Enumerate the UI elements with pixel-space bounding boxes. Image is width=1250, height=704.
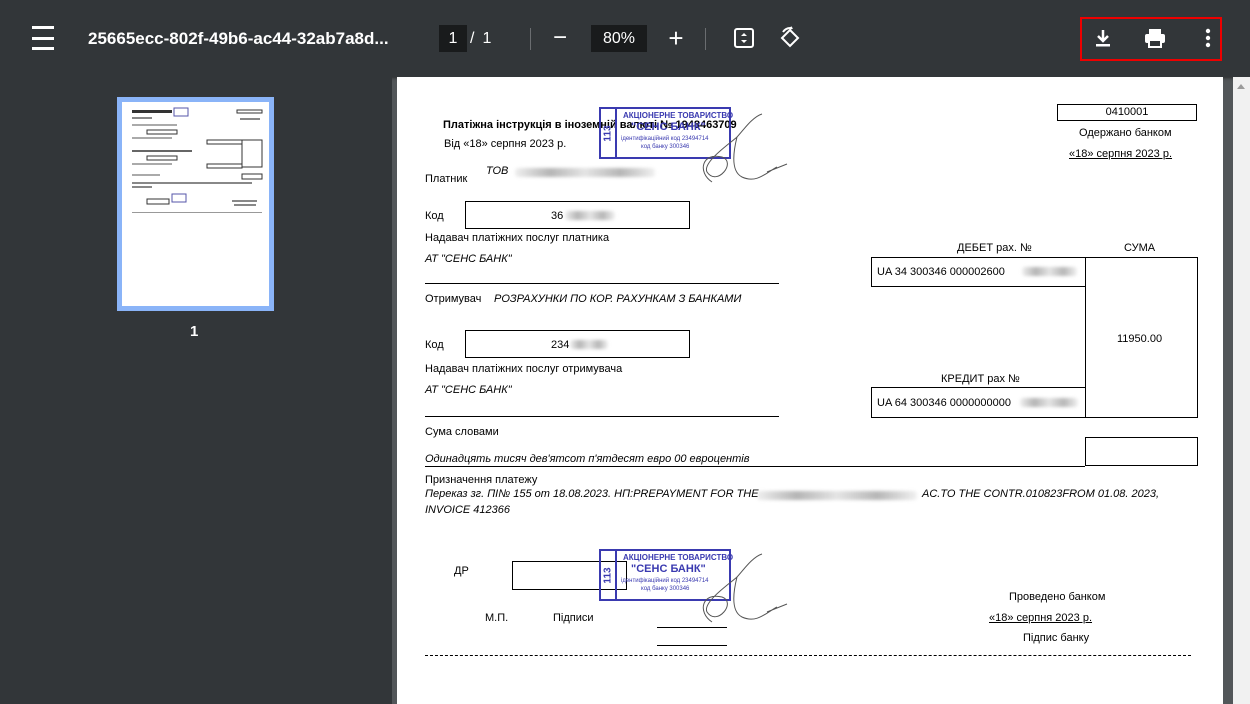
download-icon[interactable]	[1088, 23, 1118, 53]
page-thumbnail[interactable]	[117, 97, 274, 311]
received-by-bank: Одержано банком	[1079, 127, 1172, 139]
thumbnail-preview	[132, 107, 263, 213]
payer-code-label: Код	[425, 210, 444, 222]
amount: 11950.00	[1117, 333, 1163, 345]
payer-code-box: 36	[465, 201, 690, 229]
toolbar-divider	[530, 28, 531, 50]
mp-label: М.П.	[485, 612, 509, 624]
processed-date: «18» серпня 2023 р.	[989, 612, 1093, 624]
signature-line	[657, 645, 727, 646]
page-count: / 1	[470, 25, 491, 52]
sum-label: СУМА	[1124, 242, 1156, 254]
payer-bank: АТ "СЕНС БАНК"	[425, 253, 512, 265]
signature-scribble	[702, 553, 788, 623]
payer-label: Платник	[425, 173, 468, 185]
receiver-bank: АТ "СЕНС БАНК"	[425, 384, 512, 396]
payer-code: 36	[551, 210, 564, 222]
redacted-credit	[1020, 398, 1078, 407]
receiver-code: 234	[551, 339, 570, 351]
processed-by-bank: Проведено банком	[1009, 591, 1106, 603]
page-separator: /	[470, 29, 475, 47]
sum-words-label: Сума словами	[425, 426, 499, 438]
fit-page-icon[interactable]	[729, 23, 759, 53]
receiver-code-label: Код	[425, 339, 444, 351]
redacted-purpose	[757, 491, 917, 500]
dashed-separator	[425, 655, 1191, 656]
document-title: 25665ecc-802f-49b6-ac44-32ab7a8d...	[88, 29, 389, 48]
debit-account-box: UA 34 300346 000002600	[871, 257, 1086, 287]
date-line: Від «18» серпня 2023 р.	[444, 138, 567, 150]
thumbnail-page-number: 1	[190, 323, 199, 340]
sum-words: Одинадцять тисяч дев'ятсот п'ятдесят евр…	[425, 453, 750, 465]
sum-words-line	[425, 466, 1085, 467]
purpose-label: Призначення платежу	[425, 474, 538, 486]
print-icon[interactable]	[1140, 23, 1170, 53]
purpose-line1-end: AC.TO THE CONTR.010823FROM 01.08. 2023,	[922, 488, 1159, 500]
form-code: 0410001	[1057, 104, 1197, 121]
menu-icon[interactable]	[30, 26, 56, 50]
receiver-code-box: 234	[465, 330, 690, 358]
payer-provider-label: Надавач платіжних послуг платника	[425, 232, 610, 244]
signature-scribble	[702, 113, 788, 183]
redacted-payer	[515, 168, 655, 177]
receiver-name: РОЗРАХУНКИ ПО КОР. РАХУНКАМ З БАНКАМИ	[494, 293, 742, 305]
scroll-up-icon[interactable]	[1237, 84, 1245, 89]
debit-account: UA 34 300346 000002600	[877, 266, 1005, 278]
bank-signature: Підпис банку	[1023, 632, 1090, 644]
total-pages: 1	[482, 29, 492, 47]
payer-name: ТОВ	[486, 165, 509, 177]
rotate-icon[interactable]	[775, 23, 805, 53]
vertical-scrollbar[interactable]	[1233, 77, 1250, 704]
signatures-label: Підписи	[553, 612, 594, 624]
receiver-provider-label: Надавач платіжних послуг отримувача	[425, 363, 623, 375]
purpose-text-a: Переказ зг. ПІ№ 155 от 18.08.2023. НП:PR…	[425, 488, 759, 500]
divider-line	[425, 283, 779, 284]
page-number-input[interactable]: 1	[439, 25, 467, 52]
purpose-line2: INVOICE 412366	[425, 504, 510, 516]
redacted-debit	[1022, 267, 1077, 276]
received-date: «18» серпня 2023 р.	[1069, 148, 1173, 160]
purpose-line1: Переказ зг. ПІ№ 155 от 18.08.2023. НП:PR…	[425, 488, 759, 500]
zoom-in-button[interactable]: +	[661, 23, 691, 53]
divider-line	[425, 416, 779, 417]
stamp-number: 113	[602, 124, 614, 142]
amount-box: 11950.00	[1085, 257, 1198, 418]
zoom-input[interactable]: 80%	[591, 25, 647, 52]
dr-label: ДР	[454, 565, 469, 577]
credit-account-box: UA 64 300346 0000000000	[871, 387, 1086, 418]
more-options-icon[interactable]	[1193, 23, 1223, 53]
redacted-receiver-code	[570, 340, 608, 349]
stamp-number-cell: 113	[601, 551, 617, 599]
credit-label: КРЕДИТ рах №	[941, 373, 1020, 385]
stamp-number-cell: 113	[601, 109, 617, 157]
toolbar-divider	[705, 28, 706, 50]
stamp-number: 113	[602, 566, 614, 584]
pdf-toolbar: 25665ecc-802f-49b6-ac44-32ab7a8d... 1 / …	[0, 0, 1250, 77]
pdf-page: Платіжна інструкція в іноземній валюті №…	[397, 77, 1223, 704]
receiver-label: Отримувач	[425, 293, 482, 305]
zoom-out-button[interactable]: −	[545, 23, 575, 53]
sum-words-box	[1085, 437, 1198, 466]
credit-account: UA 64 300346 0000000000	[877, 397, 1011, 409]
debit-label: ДЕБЕТ рах. №	[957, 242, 1032, 254]
redacted-payer-code	[565, 211, 615, 220]
